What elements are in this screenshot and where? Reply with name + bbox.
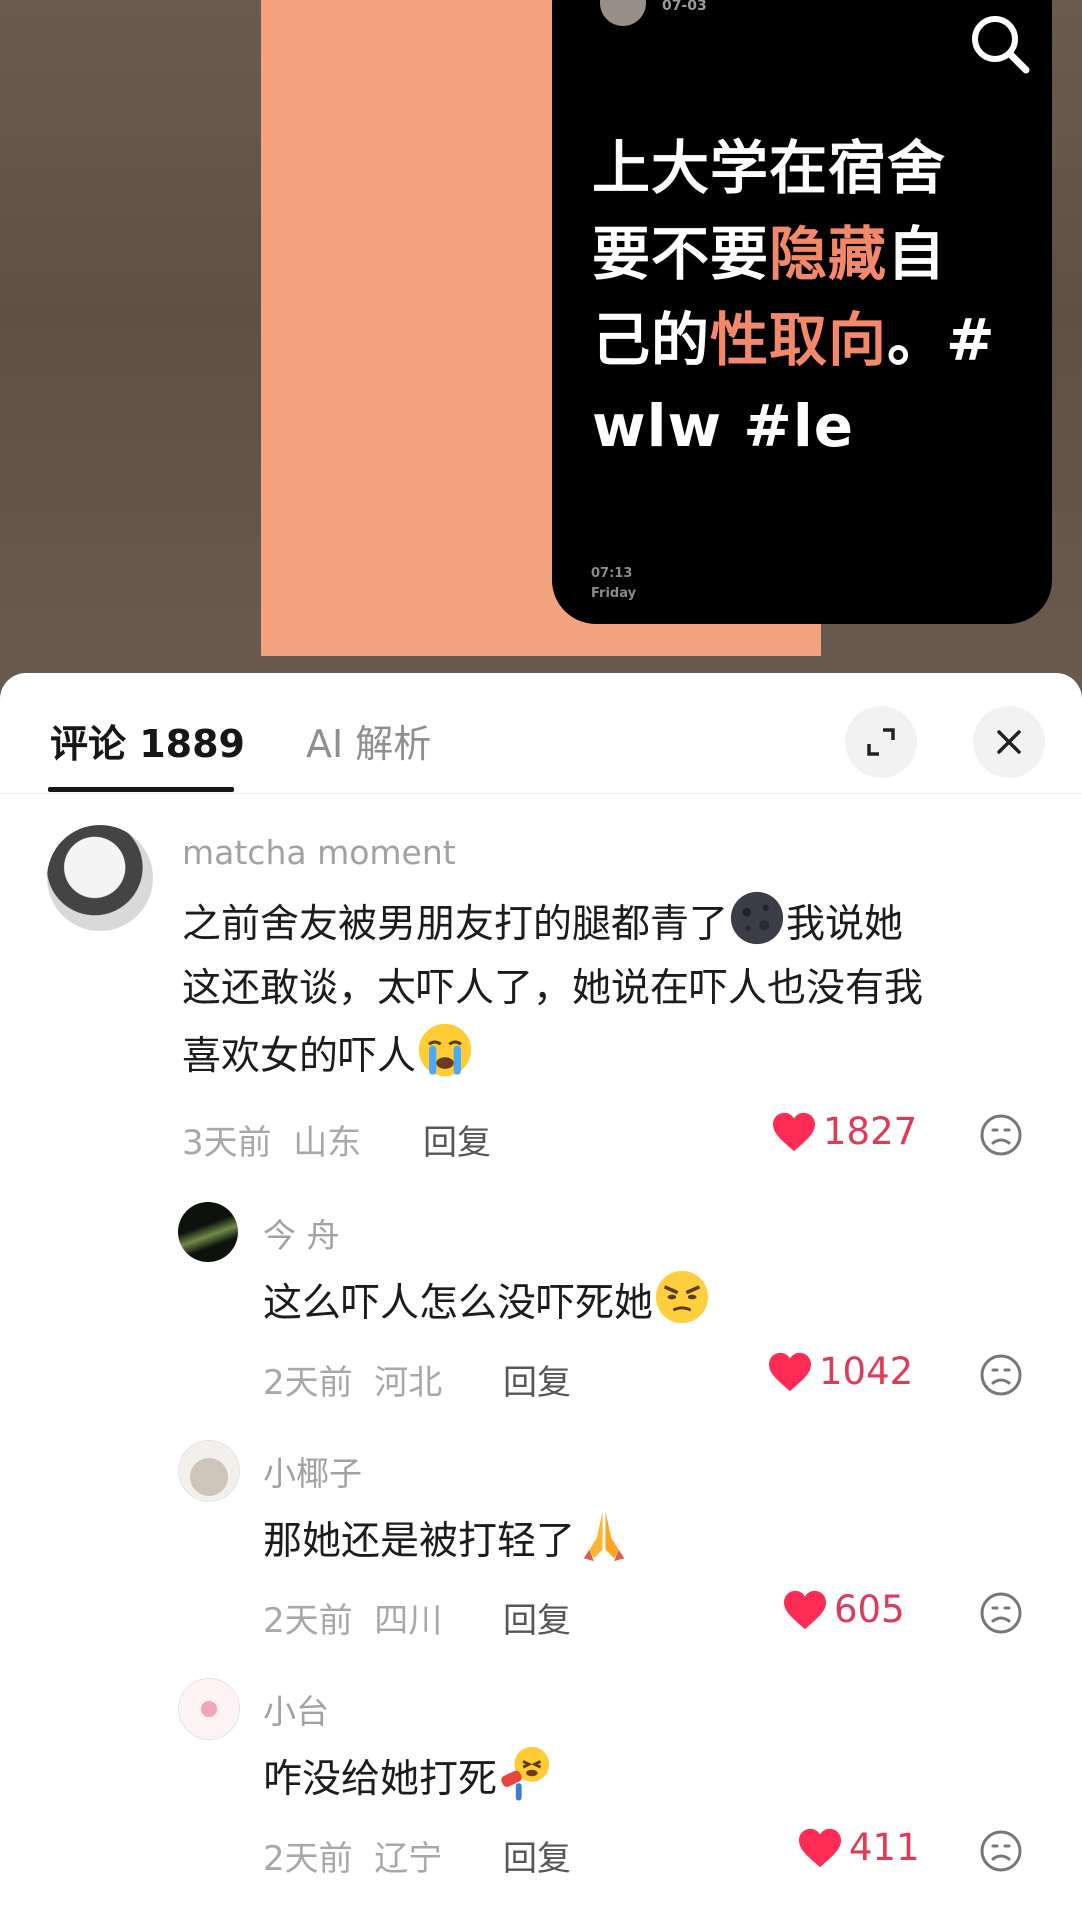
caption-text: 自	[887, 220, 947, 288]
comment-location: 四川	[374, 1601, 443, 1641]
tab-ai-analysis[interactable]: AI 解析	[306, 713, 431, 768]
lockscreen-time: 07:13 Friday	[591, 564, 636, 604]
dislike-button[interactable]	[979, 1829, 1023, 1877]
comment-time: 2天前	[263, 1363, 353, 1403]
caption-text: 上大学在宿舍	[592, 134, 947, 202]
caption-highlight: 隐藏	[769, 220, 888, 288]
comment-text-segment: 这还敢谈，太吓人了，她说在吓人也没有我	[182, 966, 924, 1011]
hitting-face-emoji	[497, 1744, 555, 1802]
comment-text-segment: 咋没给她打死	[263, 1757, 498, 1802]
like-count: 605	[834, 1588, 905, 1631]
comment-location: 山东	[293, 1123, 362, 1163]
reply-button[interactable]: 回复	[503, 1593, 571, 1642]
video-phone-screenshot: 07-03 上大学在宿舍 要不要隐藏自 己的性取向。# wlw #le 07:13 F…	[552, 0, 1052, 624]
divider	[0, 793, 1082, 794]
comment-time: 2天前	[263, 1601, 353, 1641]
comment-time: 2天前	[263, 1839, 353, 1879]
like-count: 411	[849, 1826, 920, 1869]
video-background[interactable]: 07-03 上大学在宿舍 要不要隐藏自 己的性取向。# wlw #le 07:13 F…	[0, 0, 1082, 700]
time-label: 07:13	[591, 566, 633, 581]
comment-text-segment: 之前舍友被男朋友打的腿都青了	[182, 902, 729, 947]
dislike-button[interactable]	[979, 1353, 1023, 1401]
tab-comments[interactable]: 评论 1889	[50, 713, 245, 768]
video-caption: 上大学在宿舍 要不要隐藏自 己的性取向。# wlw #le	[592, 125, 1032, 469]
comment-meta: 2天前 辽宁	[263, 1831, 442, 1880]
comment-text: 那她还是被打轻了	[263, 1506, 633, 1574]
caption-line: 己的性取向。#	[592, 297, 1032, 383]
caption-text: 。#	[887, 306, 996, 374]
comment-text: 之前舍友被男朋友打的腿都青了 我说她这还敢谈，太吓人了，她说在吓人也没有我 喜欢女的…	[182, 889, 923, 1089]
comment-username[interactable]: matcha moment	[182, 833, 456, 872]
search-icon	[972, 16, 1030, 74]
comment-username[interactable]: 今 舟	[263, 1209, 340, 1257]
comment-text-segment: 那她还是被打轻了	[263, 1519, 576, 1564]
comment-username[interactable]: 小台	[263, 1685, 329, 1733]
video-frame: 07-03 上大学在宿舍 要不要隐藏自 己的性取向。# wlw #le 07:13 F…	[261, 0, 1052, 656]
user-avatar[interactable]	[178, 1440, 240, 1502]
frown-face-icon	[980, 1114, 1022, 1156]
frown-face-icon	[980, 1592, 1022, 1634]
caption-text: wlw #le	[592, 392, 855, 460]
heart-icon	[769, 1352, 811, 1391]
comment-location: 河北	[374, 1363, 443, 1403]
comment-meta: 2天前 四川	[263, 1593, 442, 1642]
caption-line: 要不要隐藏自	[592, 211, 1032, 297]
heart-icon	[799, 1828, 841, 1867]
user-avatar[interactable]	[178, 1678, 240, 1740]
like-button[interactable]: 1827	[771, 1110, 917, 1153]
dislike-button[interactable]	[979, 1113, 1023, 1161]
caption-highlight: 性取向	[710, 306, 888, 374]
caption-line: 上大学在宿舍	[592, 125, 1032, 211]
close-icon	[997, 730, 1021, 754]
comment-text-segment: 我说她	[786, 902, 904, 947]
comment-location: 辽宁	[374, 1839, 443, 1879]
heart-icon	[784, 1590, 826, 1629]
like-button[interactable]: 411	[797, 1826, 920, 1869]
comment-text-segment: 这么吓人怎么没吓死她	[263, 1281, 654, 1326]
comment-text: 咋没给她打死	[263, 1744, 555, 1812]
like-count: 1827	[823, 1110, 918, 1153]
dislike-button[interactable]	[979, 1591, 1023, 1639]
comment-username[interactable]: 小椰子	[263, 1447, 362, 1495]
expand-button[interactable]	[845, 706, 917, 778]
close-button[interactable]	[973, 706, 1045, 778]
heart-icon	[773, 1112, 815, 1151]
active-tab-indicator	[48, 787, 234, 792]
caption-line: wlw #le	[592, 383, 1032, 469]
reply-button[interactable]: 回复	[503, 1355, 571, 1404]
reply-button[interactable]: 回复	[503, 1831, 571, 1880]
reply-button[interactable]: 回复	[423, 1115, 491, 1164]
like-count: 1042	[819, 1350, 914, 1393]
folded-hands-emoji	[575, 1506, 633, 1564]
like-button[interactable]: 605	[782, 1588, 905, 1631]
poster-avatar	[600, 0, 646, 26]
user-avatar[interactable]	[178, 1202, 238, 1262]
search-button[interactable]	[964, 8, 1036, 80]
frown-face-icon	[980, 1354, 1022, 1396]
post-date: 07-03	[662, 0, 707, 14]
crying-face-emoji	[416, 1021, 474, 1079]
comment-meta: 3天前 山东	[182, 1115, 361, 1164]
expand-icon	[867, 728, 895, 756]
user-avatar[interactable]	[47, 825, 153, 931]
moon-face-emoji	[728, 889, 786, 947]
comment-time: 3天前	[182, 1123, 272, 1163]
comment-meta: 2天前 河北	[263, 1355, 442, 1404]
comment-text: 这么吓人怎么没吓死她	[263, 1268, 711, 1336]
frown-face-icon	[980, 1830, 1022, 1872]
caption-text: 要不要	[592, 220, 770, 288]
weekday-label: Friday	[591, 586, 637, 601]
caption-text: 己的	[592, 306, 711, 374]
annoyed-face-emoji	[653, 1268, 711, 1326]
like-button[interactable]: 1042	[767, 1350, 913, 1393]
comment-text-segment: 喜欢女的吓人	[182, 1034, 417, 1079]
